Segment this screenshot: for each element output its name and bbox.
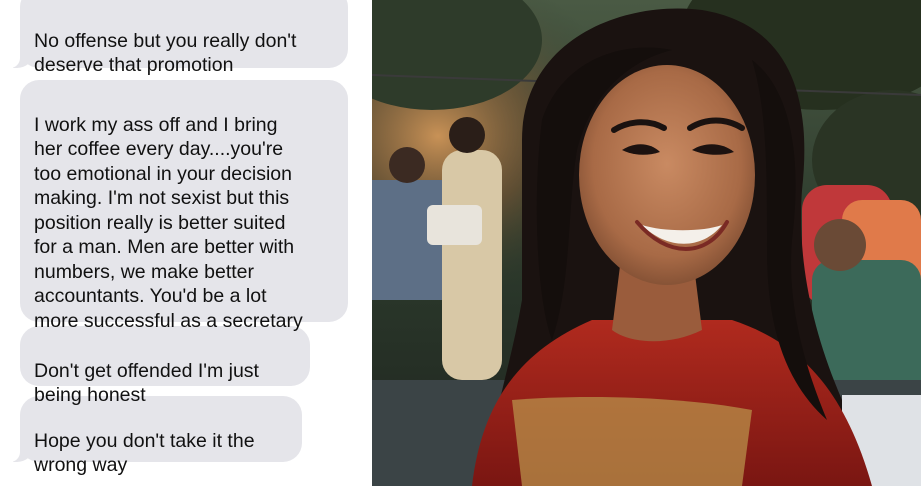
received-message-bubble[interactable]: No offense but you really don't deserve … [10, 0, 348, 76]
received-message-bubble[interactable]: I work my ass off and I bring her coffee… [20, 80, 348, 332]
message-text: No offense but you really don't deserve … [34, 29, 297, 77]
portrait-photo-image [372, 0, 921, 486]
received-message-bubble[interactable]: Don't get offended I'm just being honest [20, 326, 310, 406]
message-text: I work my ass off and I bring her coffee… [34, 113, 303, 332]
message-text: Hope you don't take it the wrong way [34, 429, 255, 477]
photo-of-smiling-woman [372, 0, 921, 486]
message-thread: No offense but you really don't deserve … [0, 0, 372, 486]
